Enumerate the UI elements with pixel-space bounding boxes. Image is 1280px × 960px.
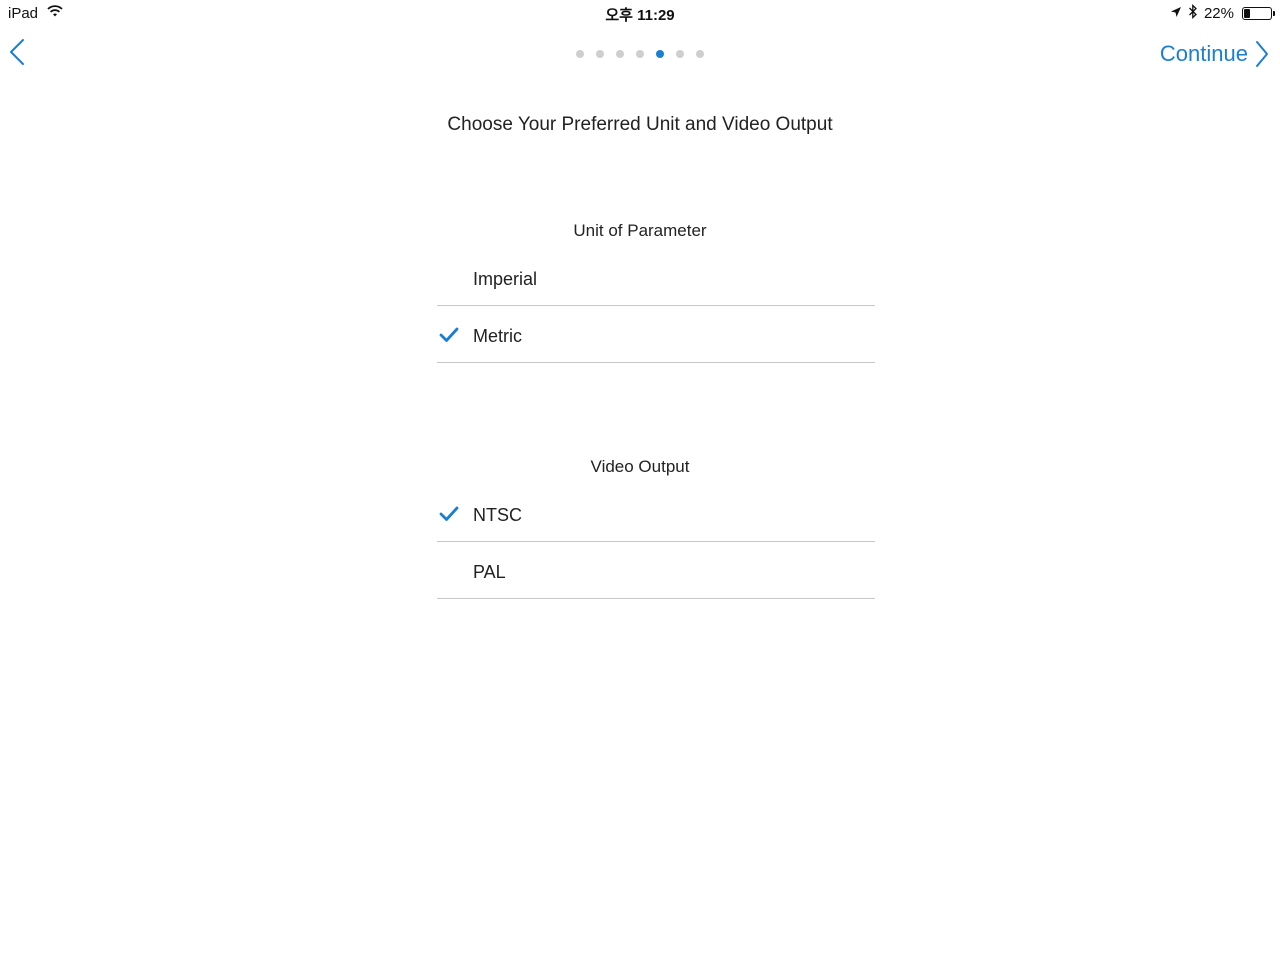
continue-label: Continue — [1159, 41, 1248, 66]
video-options-list: NTSC PAL — [437, 485, 875, 599]
unit-options-list: Imperial Metric — [437, 249, 875, 363]
page-title: Choose Your Preferred Unit and Video Out… — [447, 114, 833, 135]
unit-option-metric[interactable]: Metric — [437, 306, 875, 363]
chevron-right-icon — [1256, 41, 1268, 67]
page-dot — [696, 50, 704, 58]
page-dot-active — [656, 50, 664, 58]
video-option-ntsc[interactable]: NTSC — [437, 485, 875, 542]
page-dot — [616, 50, 624, 58]
page-dot — [676, 50, 684, 58]
checkmark-icon — [439, 506, 459, 521]
option-label: Metric — [473, 326, 522, 346]
option-label: Imperial — [473, 269, 538, 289]
page-dot — [576, 50, 584, 58]
video-option-pal[interactable]: PAL — [437, 542, 875, 599]
navigation-bar: Continue — [0, 28, 1280, 78]
video-section-heading: Video Output — [590, 457, 690, 476]
option-label: PAL — [473, 562, 506, 582]
battery-percent: 22% — [1203, 5, 1234, 22]
page-indicator — [0, 50, 1280, 58]
battery-level-fill — [1244, 9, 1250, 18]
unit-section-heading: Unit of Parameter — [573, 221, 707, 240]
bluetooth-icon — [1188, 3, 1198, 23]
unit-option-imperial[interactable]: Imperial — [437, 249, 875, 306]
option-label: NTSC — [473, 505, 522, 525]
continue-button[interactable]: Continue — [1160, 38, 1270, 70]
status-right: 22% — [1170, 3, 1275, 23]
page-dot — [636, 50, 644, 58]
status-bar: iPad 오후 11:29 22% — [0, 0, 1280, 26]
location-arrow-icon — [1170, 5, 1182, 22]
page-dot — [596, 50, 604, 58]
battery-icon — [1242, 7, 1275, 20]
checkmark-icon — [439, 327, 459, 342]
status-time: 오후 11:29 — [605, 7, 675, 24]
